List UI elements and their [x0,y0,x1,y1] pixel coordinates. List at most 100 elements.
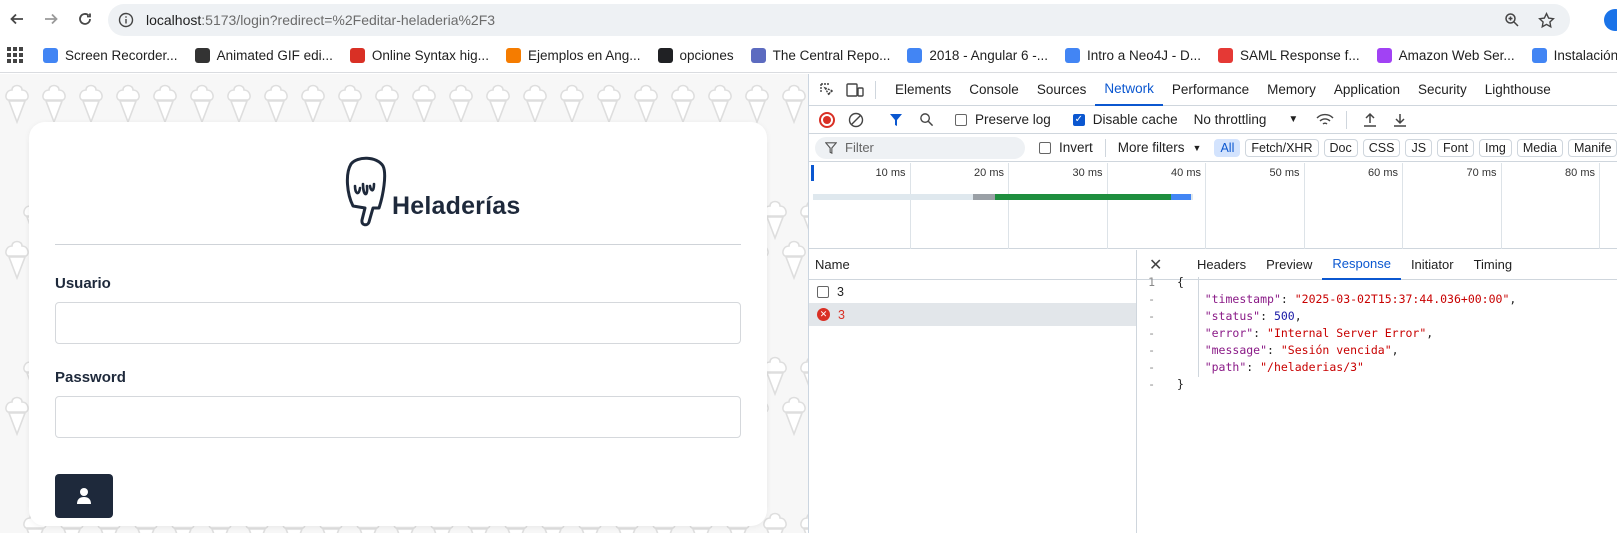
ice-cream-cone-icon [116,84,140,125]
ice-cream-cone-icon [782,396,806,437]
devtools-tab[interactable]: Memory [1258,74,1325,106]
bookmark-item[interactable]: Online Syntax hig... [349,47,489,63]
download-icon[interactable] [1391,111,1409,129]
bookmark-star-icon[interactable] [1536,10,1556,30]
network-conditions-icon[interactable] [1316,111,1334,129]
line-marker: - [1148,359,1155,374]
throttling-select[interactable]: No throttling [1194,112,1267,127]
preserve-log-box[interactable] [955,113,967,126]
apps-grid-icon[interactable] [7,47,23,63]
search-icon[interactable] [917,111,935,129]
network-toolbar: Preserve log ✓ Disable cache No throttlin… [809,106,1617,134]
bookmark-item[interactable]: Intro a Neo4J - D... [1064,47,1202,63]
close-icon[interactable]: ✕ [1149,255,1171,275]
page-viewport: Heladerías Usuario Password [0,74,808,533]
bookmark-item[interactable]: Animated GIF edi... [194,47,333,63]
request-rows: 3 ✕ 3 [809,280,1136,326]
address-bar[interactable]: localhost:5173/login?redirect=%2Feditar-… [108,4,1570,36]
json-value: "Sesión vencida" [1280,342,1392,357]
more-filters-dropdown[interactable]: More filters [1118,140,1185,155]
devtools-tab[interactable]: Sources [1028,74,1096,106]
type-filter-pill[interactable]: Img [1479,138,1512,157]
device-toolbar-icon[interactable] [845,80,865,100]
password-label: Password [55,369,126,386]
ice-cream-cone-icon [800,514,808,533]
omnibox-actions [1502,10,1556,30]
invert-box[interactable] [1039,141,1051,154]
line-marker: - [1148,376,1155,391]
bookmark-item[interactable]: Instalación [1531,47,1617,63]
type-filter-pill[interactable]: Fetch/XHR [1245,138,1319,157]
preserve-log-label: Preserve log [975,112,1051,127]
back-button[interactable] [0,2,34,36]
bookmark-item[interactable]: SAML Response f... [1218,47,1360,63]
bookmark-item[interactable]: Screen Recorder... [43,47,178,63]
request-row[interactable]: ✕ 3 [809,303,1136,326]
json-key: "path" [1204,359,1247,374]
ice-cream-cone-icon [523,84,547,125]
timeline-tick-label: 50 ms [1269,167,1300,179]
bookmark-item[interactable]: The Central Repo... [750,47,890,63]
type-filter-pill[interactable]: Manife [1567,138,1617,157]
password-input[interactable] [55,396,741,438]
record-stop-icon[interactable] [819,111,835,128]
devtools-tab[interactable]: Lighthouse [1476,74,1560,106]
filter-funnel-icon[interactable] [887,111,905,129]
invert-checkbox[interactable]: Invert [1039,140,1093,155]
filter-input[interactable]: Filter [815,136,1025,159]
clear-icon[interactable] [847,111,865,129]
inspect-element-icon[interactable] [817,80,837,100]
code-line: - "path": "/heladerias/3" [1137,358,1617,375]
ice-cream-cone-icon [671,84,695,125]
bookmark-item[interactable]: 2018 - Angular 6 -... [907,47,1048,63]
type-filter-pill[interactable]: CSS [1362,138,1401,157]
chevron-down-icon[interactable]: ▼ [1288,114,1298,125]
ice-cream-cone-icon [153,84,177,125]
disable-cache-box[interactable]: ✓ [1072,113,1085,126]
ice-cream-cone-icon [190,84,214,125]
bookmark-favicon-icon [1218,47,1234,63]
zoom-icon[interactable] [1502,10,1522,30]
site-info-icon[interactable] [116,10,136,30]
devtools-tab[interactable]: Console [960,74,1028,106]
login-submit-button[interactable] [55,474,113,518]
json-fields: - "timestamp": "2025-03-02T15:37:44.036+… [1137,290,1617,375]
devtools-tab[interactable]: Performance [1163,74,1258,106]
ice-cream-cone-icon [800,202,808,230]
type-filter-pill[interactable]: JS [1405,138,1433,157]
bookmark-item[interactable]: Amazon Web Ser... [1376,47,1515,63]
username-input[interactable] [55,302,741,344]
bookmark-label: Intro a Neo4J - D... [1086,47,1202,63]
bookmark-item[interactable]: opciones [657,47,734,63]
devtools-tab[interactable]: Application [1325,74,1409,106]
type-filter-pill[interactable]: Media [1516,138,1563,157]
type-filter-pill[interactable]: Font [1437,138,1475,157]
bookmark-label: Screen Recorder... [65,47,178,63]
request-row[interactable]: 3 [809,280,1136,303]
forward-button[interactable] [34,2,68,36]
bookmark-favicon-icon [657,47,673,63]
devtools-tab[interactable]: Network [1095,74,1163,106]
timeline-tick-label: 10 ms [875,167,906,179]
disable-cache-checkbox[interactable]: ✓ Disable cache [1072,112,1178,127]
ice-cream-cone-icon [79,84,103,125]
devtools-tab[interactable]: Elements [886,74,960,106]
url-path: :5173/login?redirect=%2Feditar-heladeria… [201,12,496,28]
bookmark-favicon-icon [194,47,210,63]
name-column-header[interactable]: Name [809,250,1136,280]
bookmark-item[interactable]: Ejemplos en Ang... [505,47,641,63]
line-number: 1 [1148,274,1155,289]
devtools-tab[interactable]: Security [1409,74,1476,106]
extension-icon[interactable] [1604,9,1617,31]
username-label: Usuario [55,275,111,292]
type-filter-pill[interactable]: All [1214,138,1241,157]
json-colon: : [1260,308,1274,323]
json-colon: : [1280,291,1295,306]
upload-icon[interactable] [1361,111,1379,129]
reload-button[interactable] [68,2,102,36]
ice-cream-cone-icon [42,84,66,125]
code-line: - "error": "Internal Server Error", [1137,324,1617,341]
type-filter-pill[interactable]: Doc [1323,138,1358,157]
preserve-log-checkbox[interactable]: Preserve log [955,112,1051,127]
